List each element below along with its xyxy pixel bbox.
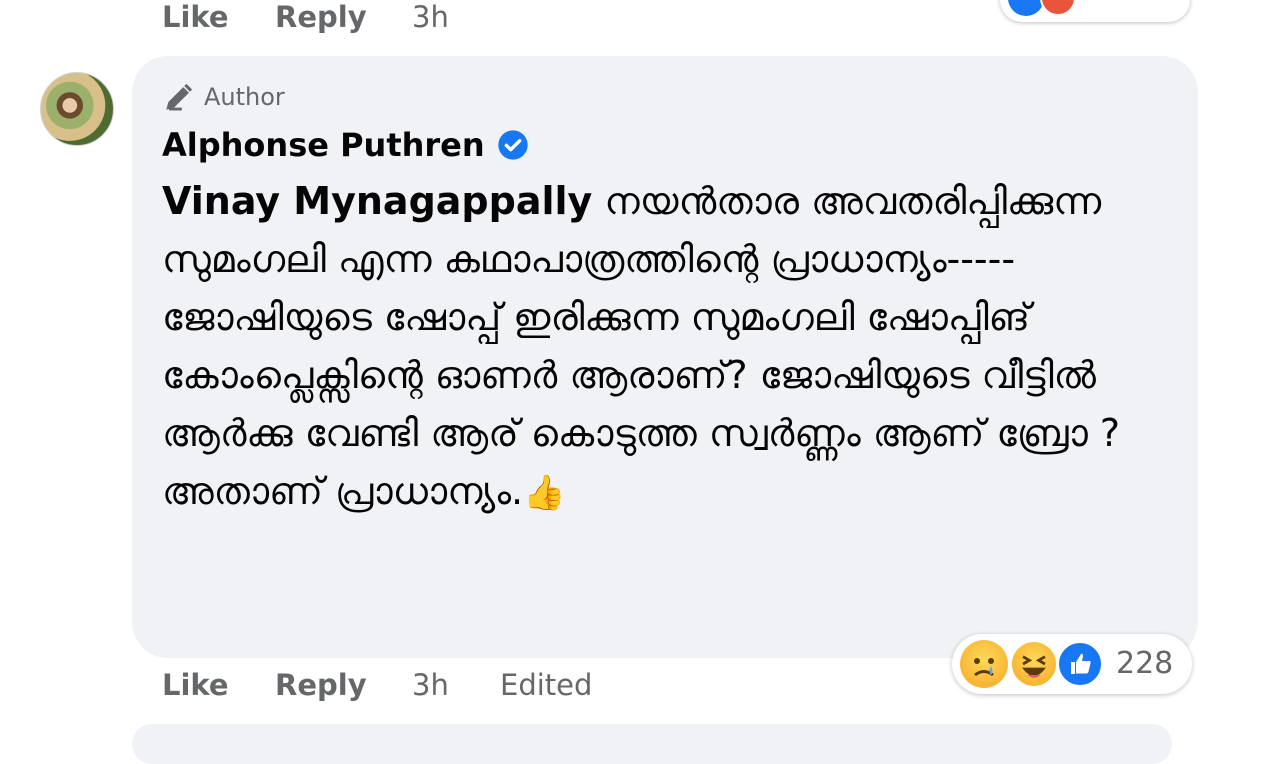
reply-link[interactable]: Reply: [275, 668, 367, 702]
author-badge-label: Author: [204, 83, 285, 111]
avatar[interactable]: [40, 72, 114, 146]
prev-reaction-count: 347: [1118, 0, 1171, 5]
prev-like-link[interactable]: Like: [162, 0, 229, 34]
comment-actions: Like Reply 3h Edited: [162, 668, 862, 708]
comment-text: നയൻതാര അവതരിപ്പിക്കുന്ന സുമംഗലി എന്ന കഥാ…: [162, 179, 1121, 513]
thumbs-up-emoji: 👍: [523, 473, 566, 513]
prev-comment-actions: Like Reply 3h: [162, 0, 862, 40]
next-comment-bubble: [132, 724, 1172, 764]
verified-badge-icon: [497, 130, 528, 160]
like-link[interactable]: Like: [162, 668, 229, 702]
angry-icon: [1040, 0, 1076, 16]
author-name[interactable]: Alphonse Puthren: [162, 126, 485, 164]
pen-icon: [166, 83, 193, 111]
prev-reaction-summary[interactable]: 347: [1000, 0, 1190, 22]
timestamp[interactable]: 3h: [412, 668, 449, 702]
prev-reply-link[interactable]: Reply: [275, 0, 367, 34]
prev-timestamp[interactable]: 3h: [412, 0, 449, 34]
mention-link[interactable]: Vinay Mynagappally: [162, 179, 592, 223]
like-icon: [1056, 640, 1104, 688]
author-badge: Author: [162, 80, 285, 114]
sad-icon: [960, 640, 1008, 688]
author-name-row: Alphonse Puthren: [162, 126, 529, 164]
like-icon: [1008, 0, 1044, 16]
comment-body: Vinay Mynagappally നയൻതാര അവതരിപ്പിക്കുന…: [162, 172, 1172, 522]
haha-icon: [1010, 640, 1058, 688]
reaction-count: 228: [1116, 646, 1174, 681]
edited-label[interactable]: Edited: [500, 668, 592, 702]
reaction-summary[interactable]: 228: [952, 634, 1192, 694]
